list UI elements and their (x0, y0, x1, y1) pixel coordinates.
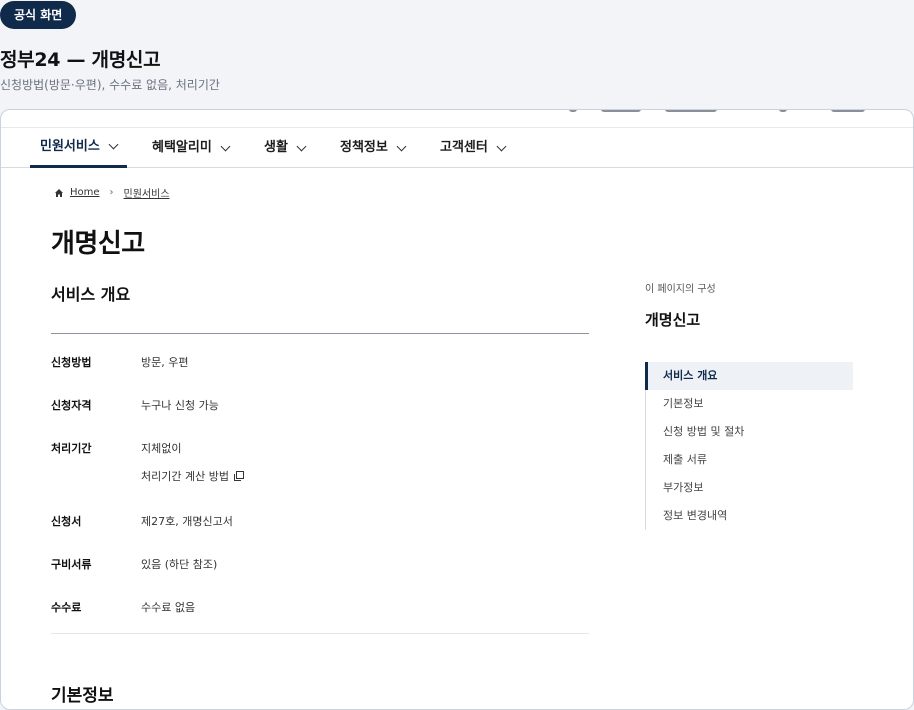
chevron-down-icon (496, 141, 507, 151)
nav-item-policy[interactable]: 정책정보 (340, 128, 407, 168)
breadcrumb: Home › 민원서비스 (54, 185, 170, 200)
main-navigation: 민원서비스 혜택알리미 생활 정책정보 고객센터 (1, 128, 913, 168)
info-value: 있음 (하단 참조) (141, 558, 218, 571)
new-window-icon (233, 471, 244, 481)
utility-icon[interactable] (779, 110, 787, 112)
utility-link[interactable] (665, 110, 717, 112)
page-title: 개명신고 (51, 229, 145, 259)
nav-item-label: 혜택알리미 (152, 140, 212, 155)
info-label: 신청방법 (51, 356, 92, 369)
nav-item-benefits[interactable]: 혜택알리미 (152, 128, 231, 168)
chevron-right-icon: › (109, 187, 114, 198)
overview-top-divider (51, 333, 589, 334)
toc-list: 서비스 개요 기본정보 신청 방법 및 절차 제출 서류 부가정보 정보 변경내… (645, 362, 853, 530)
toc-title: 개명신고 (645, 311, 701, 329)
info-value: 제27호, 개명신고서 (141, 515, 233, 528)
breadcrumb-current-link[interactable]: 민원서비스 (124, 185, 170, 200)
nav-item-customer-center[interactable]: 고객센터 (440, 128, 507, 168)
toc-item-additional-info[interactable]: 부가정보 (646, 474, 853, 502)
utility-link[interactable] (831, 110, 865, 112)
toc-caption: 이 페이지의 구성 (645, 284, 716, 295)
info-label: 구비서류 (51, 558, 92, 571)
nav-item-civil-service[interactable]: 민원서비스 (30, 128, 127, 168)
utility-link[interactable] (601, 110, 641, 112)
toc-item-documents[interactable]: 제출 서류 (646, 446, 853, 474)
screen-subheading: 신청방법(방문·우편), 수수료 없음, 처리기간 (0, 78, 220, 92)
nav-item-label: 생활 (264, 140, 288, 155)
nav-item-label: 정책정보 (340, 140, 388, 155)
chevron-down-icon (108, 139, 119, 150)
official-screen-badge: 공식 화면 (0, 1, 77, 29)
utility-icon[interactable] (569, 110, 577, 112)
toc-item-procedure[interactable]: 신청 방법 및 절차 (646, 418, 853, 446)
breadcrumb-home-link[interactable]: Home (70, 187, 100, 198)
overview-bottom-divider (51, 633, 589, 634)
info-label: 수수료 (51, 601, 82, 614)
chevron-down-icon (396, 141, 407, 151)
nav-item-label: 고객센터 (440, 140, 488, 155)
info-value: 방문, 우편 (141, 356, 189, 369)
toc-item-basic-info[interactable]: 기본정보 (646, 390, 853, 418)
nav-item-label: 민원서비스 (40, 138, 100, 154)
processing-period-calc-link[interactable]: 처리기간 계산 방법 (141, 468, 245, 484)
info-label: 처리기간 (51, 442, 92, 455)
info-label: 신청서 (51, 515, 82, 528)
info-value: 지체없이 (141, 442, 182, 455)
browser-frame: 민원서비스 혜택알리미 생활 정책정보 고객센터 Home › 민원서비스 개명… (0, 109, 914, 710)
screen-heading: 정부24 — 개명신고 (0, 49, 161, 71)
nav-item-life[interactable]: 생활 (264, 128, 307, 168)
utility-bar (1, 110, 913, 128)
info-value: 누구나 신청 가능 (141, 399, 219, 412)
info-value: 수수료 없음 (141, 601, 196, 614)
chevron-down-icon (220, 141, 231, 151)
home-icon (55, 188, 63, 197)
info-label: 신청자격 (51, 399, 92, 412)
toc-item-overview[interactable]: 서비스 개요 (645, 362, 853, 390)
chevron-down-icon (296, 141, 307, 151)
calc-link-label: 처리기간 계산 방법 (141, 470, 229, 483)
overview-section-title: 서비스 개요 (51, 285, 131, 304)
basic-info-section-title: 기본정보 (51, 686, 114, 706)
toc-item-change-history[interactable]: 정보 변경내역 (646, 502, 853, 530)
